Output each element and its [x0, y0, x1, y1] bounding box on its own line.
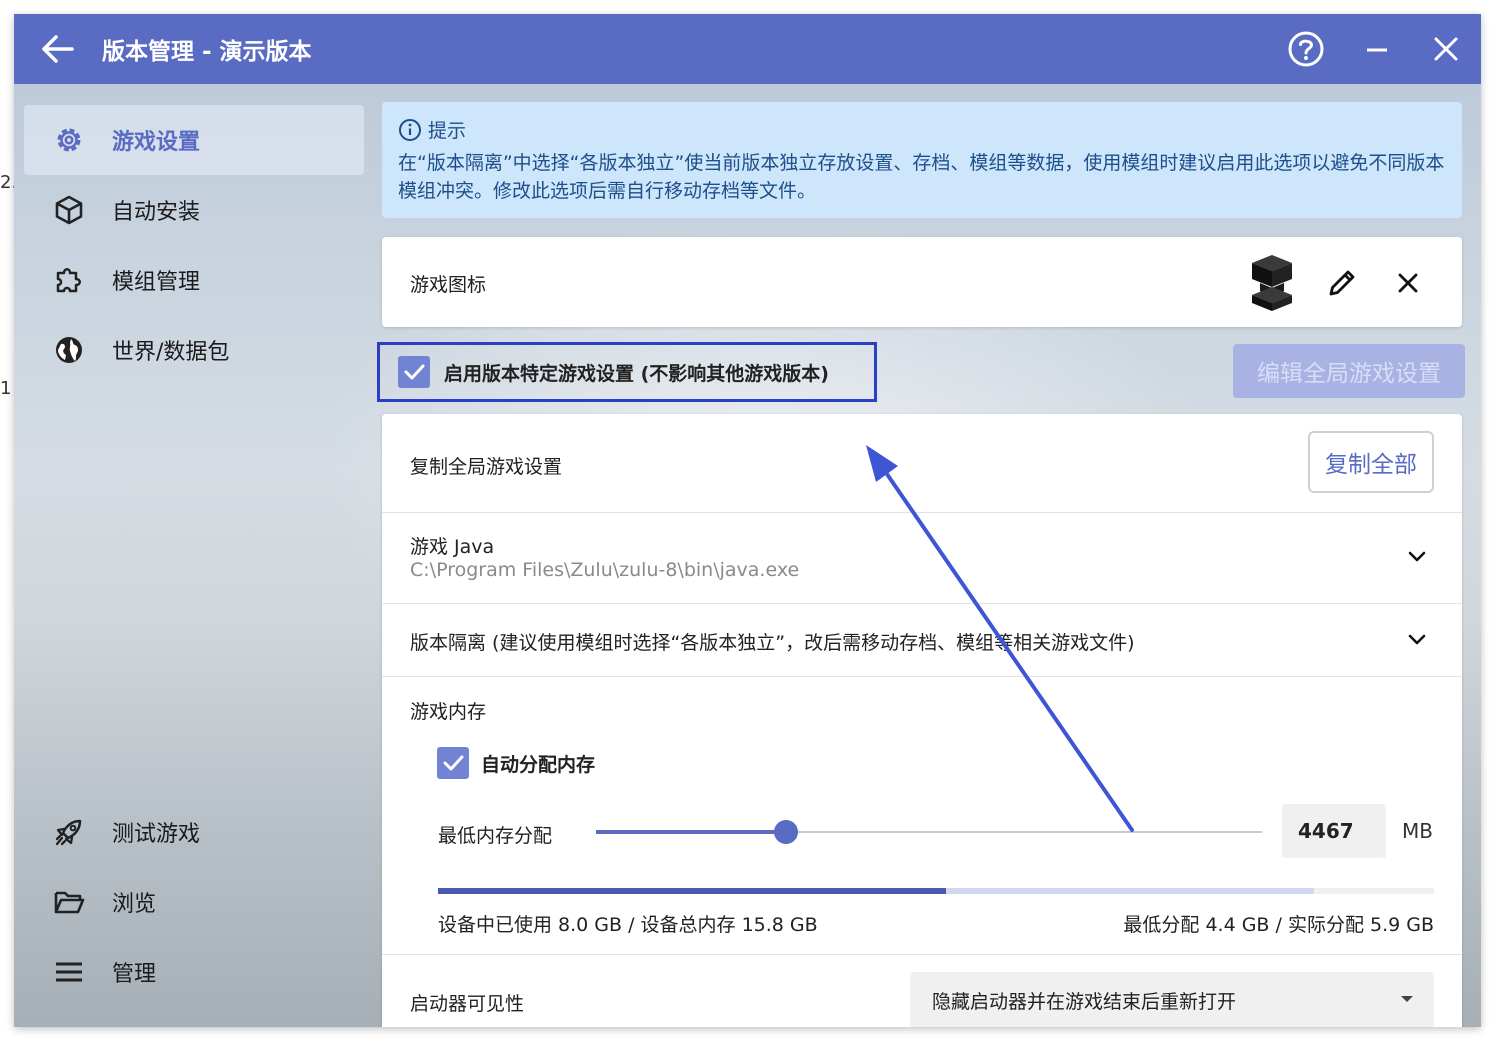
desktop-edge-text: 1	[0, 378, 12, 399]
version-manager-window: 版本管理 - 演示版本 游戏设置 自动安装 模组管理 世界/数据包 测试游戏 浏…	[14, 14, 1481, 1027]
annotation-arrow	[866, 445, 1134, 832]
